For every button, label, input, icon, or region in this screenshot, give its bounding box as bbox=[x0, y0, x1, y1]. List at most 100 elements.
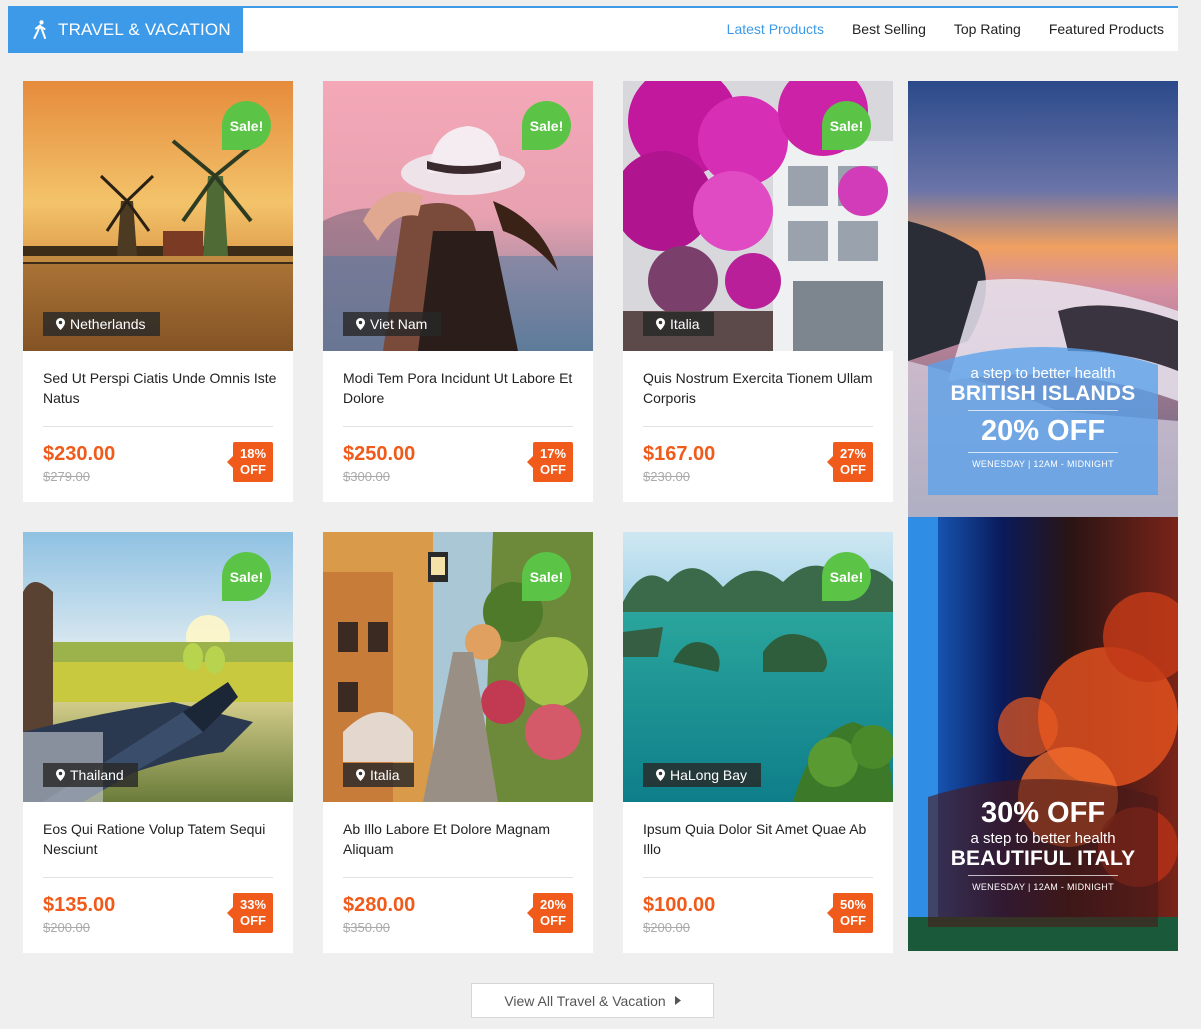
location-label: Italia bbox=[670, 316, 700, 332]
product-title[interactable]: Ipsum Quia Dolor Sit Amet Quae Ab Illo bbox=[643, 819, 878, 859]
product-price: $230.00 bbox=[43, 443, 116, 465]
location-tag: Thailand bbox=[43, 763, 138, 787]
category-title: TRAVEL & VACATION bbox=[58, 19, 231, 39]
product-image[interactable]: Sale! Italia bbox=[323, 532, 593, 802]
product-price: $135.00 bbox=[43, 894, 116, 916]
promo-tagline: a step to better health bbox=[970, 830, 1116, 847]
product-image[interactable]: Sale! Viet Nam bbox=[323, 81, 593, 351]
product-image[interactable]: Sale! Netherlands bbox=[23, 81, 293, 351]
location-tag: Italia bbox=[643, 312, 714, 336]
sale-badge: Sale! bbox=[822, 101, 871, 150]
discount-label: OFF bbox=[540, 913, 566, 928]
category-title-bar: TRAVEL & VACATION bbox=[8, 6, 243, 53]
map-pin-icon bbox=[356, 318, 365, 330]
product-image[interactable]: Sale! HaLong Bay bbox=[623, 532, 893, 802]
divider bbox=[43, 877, 273, 878]
sale-badge: Sale! bbox=[522, 101, 571, 150]
product-image[interactable]: Sale! Thailand bbox=[23, 532, 293, 802]
product-price: $100.00 bbox=[643, 894, 716, 916]
discount-badge: 50% OFF bbox=[827, 893, 873, 933]
location-label: Thailand bbox=[70, 767, 124, 783]
product-title[interactable]: Quis Nostrum Exercita Tionem Ullam Corpo… bbox=[643, 368, 878, 408]
promo-discount: 30% OFF bbox=[980, 797, 1106, 829]
promo-divider bbox=[968, 875, 1118, 876]
tab-latest-products[interactable]: Latest Products bbox=[727, 21, 824, 37]
promo-place: BEAUTIFUL ITALY bbox=[950, 847, 1136, 870]
location-label: Viet Nam bbox=[370, 316, 428, 332]
promo-banner-british-islands[interactable]: a step to better health BRITISH ISLANDS … bbox=[908, 81, 1178, 517]
location-tag: Viet Nam bbox=[343, 312, 442, 336]
location-tag: HaLong Bay bbox=[643, 763, 762, 787]
product-price: $250.00 bbox=[343, 443, 416, 465]
divider bbox=[343, 877, 573, 878]
location-tag: Italia bbox=[343, 763, 414, 787]
promo-schedule: WENESDAY | 12AM - MIDNIGHT bbox=[972, 882, 1114, 892]
product-old-price: $200.00 bbox=[643, 920, 690, 935]
sale-badge: Sale! bbox=[822, 552, 871, 601]
section-header: TRAVEL & VACATION Latest Products Best S… bbox=[8, 6, 1178, 53]
discount-badge: 27% OFF bbox=[827, 442, 873, 482]
divider bbox=[643, 426, 873, 427]
promo-text-block: 30% OFF a step to better health BEAUTIFU… bbox=[928, 797, 1158, 892]
product-old-price: $230.00 bbox=[643, 469, 690, 484]
discount-badge: 33% OFF bbox=[227, 893, 273, 933]
product-old-price: $279.00 bbox=[43, 469, 90, 484]
map-pin-icon bbox=[56, 318, 65, 330]
tab-best-selling[interactable]: Best Selling bbox=[852, 21, 926, 37]
product-title[interactable]: Eos Qui Ratione Volup Tatem Sequi Nesciu… bbox=[43, 819, 278, 859]
sale-badge: Sale! bbox=[222, 101, 271, 150]
product-title[interactable]: Sed Ut Perspi Ciatis Unde Omnis Iste Nat… bbox=[43, 368, 278, 408]
product-image[interactable]: Sale! Italia bbox=[623, 81, 893, 351]
tab-top-rating[interactable]: Top Rating bbox=[954, 21, 1021, 37]
view-all-label: View All Travel & Vacation bbox=[504, 992, 666, 1009]
discount-badge: 17% OFF bbox=[527, 442, 573, 482]
product-price: $167.00 bbox=[643, 443, 716, 465]
promo-schedule: WENESDAY | 12AM - MIDNIGHT bbox=[972, 459, 1114, 469]
discount-percent: 33% bbox=[239, 897, 267, 912]
location-label: Netherlands bbox=[70, 316, 146, 332]
product-tabs: Latest Products Best Selling Top Rating … bbox=[713, 8, 1178, 49]
promo-divider bbox=[968, 410, 1118, 411]
discount-label: OFF bbox=[840, 462, 866, 477]
promo-tagline: a step to better health bbox=[970, 365, 1116, 382]
discount-percent: 17% bbox=[539, 446, 567, 461]
discount-badge: 18% OFF bbox=[227, 442, 273, 482]
product-card[interactable]: Sale! Italia Quis Nostrum Exercita Tione… bbox=[623, 81, 893, 502]
sale-badge: Sale! bbox=[522, 552, 571, 601]
discount-label: OFF bbox=[540, 462, 566, 477]
product-card[interactable]: Sale! Italia Ab Illo Labore Et Dolore Ma… bbox=[323, 532, 593, 953]
discount-label: OFF bbox=[240, 913, 266, 928]
discount-label: OFF bbox=[240, 462, 266, 477]
location-label: Italia bbox=[370, 767, 400, 783]
divider bbox=[43, 426, 273, 427]
map-pin-icon bbox=[356, 769, 365, 781]
product-card[interactable]: Sale! Thailand Eos Qui Ratione Volup Tat… bbox=[23, 532, 293, 953]
product-old-price: $350.00 bbox=[343, 920, 390, 935]
view-all-button[interactable]: View All Travel & Vacation bbox=[471, 983, 714, 1018]
location-tag: Netherlands bbox=[43, 312, 160, 336]
product-card[interactable]: Sale! Netherlands Sed Ut Perspi Ciatis U… bbox=[23, 81, 293, 502]
sale-badge: Sale! bbox=[222, 552, 271, 601]
product-price: $280.00 bbox=[343, 894, 416, 916]
map-pin-icon bbox=[656, 318, 665, 330]
product-old-price: $300.00 bbox=[343, 469, 390, 484]
map-pin-icon bbox=[656, 769, 665, 781]
discount-percent: 27% bbox=[839, 446, 867, 461]
divider bbox=[343, 426, 573, 427]
tab-featured-products[interactable]: Featured Products bbox=[1049, 21, 1164, 37]
discount-badge: 20% OFF bbox=[527, 893, 573, 933]
product-title[interactable]: Modi Tem Pora Incidunt Ut Labore Et Dolo… bbox=[343, 368, 578, 408]
product-card[interactable]: Sale! Viet Nam Modi Tem Pora Incidunt Ut… bbox=[323, 81, 593, 502]
map-pin-icon bbox=[56, 769, 65, 781]
discount-percent: 50% bbox=[839, 897, 867, 912]
promo-text-block: a step to better health BRITISH ISLANDS … bbox=[928, 365, 1158, 469]
discount-percent: 18% bbox=[239, 446, 267, 461]
product-title[interactable]: Ab Illo Labore Et Dolore Magnam Aliquam bbox=[343, 819, 578, 859]
walking-person-icon bbox=[33, 20, 46, 39]
product-card[interactable]: Sale! HaLong Bay Ipsum Quia Dolor Sit Am… bbox=[623, 532, 893, 953]
discount-percent: 20% bbox=[539, 897, 567, 912]
divider bbox=[643, 877, 873, 878]
caret-right-icon bbox=[674, 996, 681, 1005]
promo-banner-beautiful-italy[interactable]: 30% OFF a step to better health BEAUTIFU… bbox=[908, 517, 1178, 951]
discount-label: OFF bbox=[840, 913, 866, 928]
